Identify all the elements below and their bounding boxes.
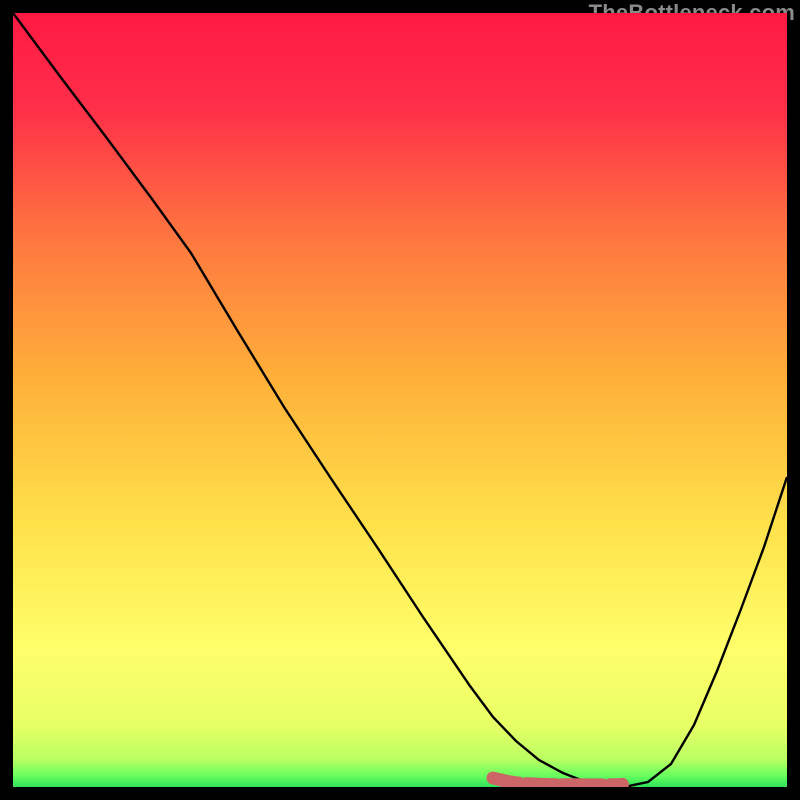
chart-plot bbox=[13, 13, 787, 787]
gradient-background bbox=[13, 13, 787, 787]
chart-frame: TheBottleneck.com bbox=[13, 13, 787, 787]
highlight-band-path bbox=[493, 778, 624, 785]
